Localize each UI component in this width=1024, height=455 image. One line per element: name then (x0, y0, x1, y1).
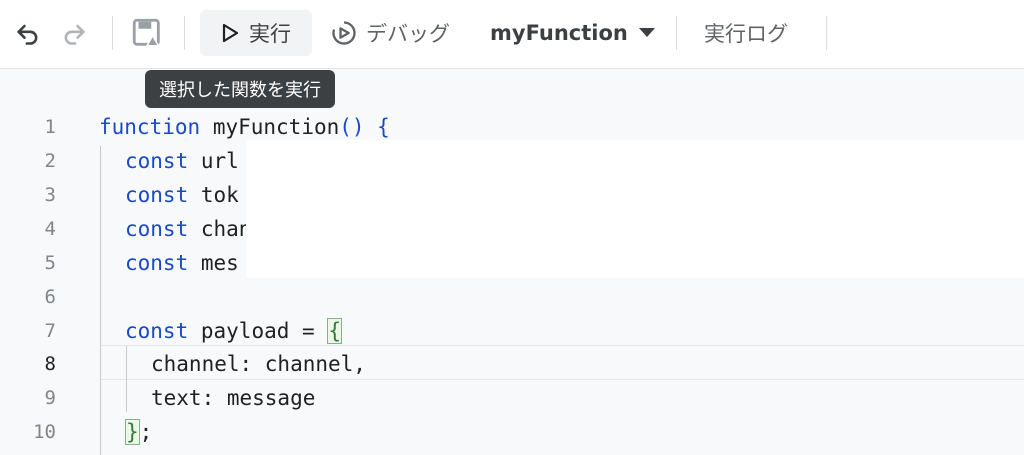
identifier: tok (200, 183, 239, 207)
toolbar: 実行 デバッグ myFunction 実行ログ (0, 0, 1024, 69)
toolbar-divider (184, 16, 185, 50)
debug-label: デバッグ (366, 22, 450, 46)
matched-bracket: } (125, 419, 140, 445)
line-number: 7 (44, 320, 56, 342)
identifier: payload = (200, 319, 328, 343)
keyword: const (125, 319, 189, 343)
identifier: mes (200, 251, 239, 275)
function-select[interactable]: myFunction (490, 10, 656, 56)
punctuation: ; (139, 420, 153, 444)
code-line: const url (125, 144, 239, 178)
keyword: const (125, 149, 189, 173)
execution-log-label: 実行ログ (704, 22, 788, 46)
save-button[interactable] (130, 10, 166, 56)
line-number: 1 (44, 116, 56, 138)
line-number: 3 (44, 184, 56, 206)
code-line: const chan (125, 212, 251, 246)
play-icon (221, 23, 239, 43)
line-number: 4 (44, 218, 56, 240)
keyword: function (99, 115, 201, 139)
debug-icon (330, 19, 358, 47)
debug-button[interactable]: デバッグ (330, 10, 450, 56)
code-line: const tok (125, 178, 239, 212)
code-line: const payload = { (125, 314, 342, 348)
line-number: 9 (44, 387, 56, 409)
function-select-value: myFunction (490, 21, 628, 45)
undo-button[interactable] (14, 10, 46, 56)
punctuation: () { (339, 115, 390, 139)
keyword: const (125, 251, 189, 275)
toolbar-divider (676, 16, 677, 50)
matched-bracket: { (327, 318, 342, 344)
identifier: url (200, 149, 239, 173)
code-line: }; (125, 415, 152, 449)
toolbar-divider (112, 16, 113, 50)
code-line: const mes (125, 246, 239, 280)
run-button[interactable]: 実行 (200, 10, 312, 56)
line-number: 10 (33, 421, 56, 443)
code-line: text: message (151, 386, 316, 410)
redo-button[interactable] (60, 10, 92, 56)
line-number: 8 (44, 353, 56, 375)
function-name: myFunction (212, 115, 340, 139)
keyword: const (125, 183, 189, 207)
line-number: 2 (44, 150, 56, 172)
execution-log-button[interactable]: 実行ログ (704, 10, 788, 56)
indent-guide (126, 346, 127, 412)
line-number: 5 (44, 252, 56, 274)
run-tooltip: 選択した関数を実行 (145, 70, 335, 108)
redo-icon (60, 19, 88, 47)
save-to-drive-icon (130, 16, 164, 50)
undo-icon (14, 19, 42, 47)
indent-guide (100, 146, 101, 455)
code-line: channel: channel, (151, 352, 366, 376)
keyword: const (125, 217, 189, 241)
toolbar-divider (826, 16, 827, 50)
chevron-down-icon (638, 27, 656, 39)
identifier: chan (200, 217, 252, 241)
code-line: function myFunction() { (99, 110, 390, 144)
run-label: 実行 (249, 22, 291, 46)
line-number: 6 (44, 286, 56, 308)
redaction-overlay (246, 140, 1024, 278)
tooltip-text: 選択した関数を実行 (159, 80, 321, 101)
